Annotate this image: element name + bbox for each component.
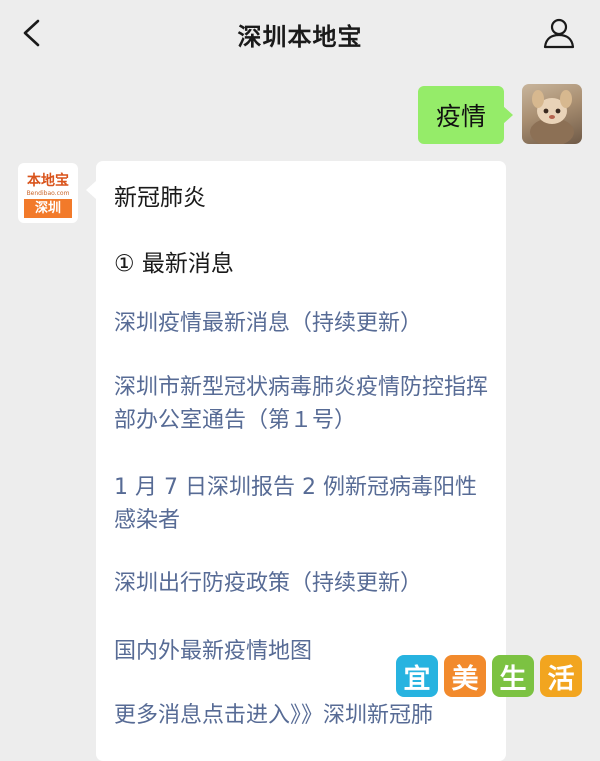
watermark-char: 宜 <box>396 655 438 697</box>
logo-city-text: 深圳 <box>24 199 72 218</box>
sent-message-bubble[interactable]: 疫情 <box>418 86 513 144</box>
reply-heading: 新冠肺炎 <box>114 185 206 211</box>
plush-toy-image <box>530 90 574 144</box>
logo-brand-text: 本地宝 <box>27 173 69 189</box>
news-link[interactable]: 1 月 7 日深圳报告 2 例新冠病毒阳性感染者 <box>114 471 494 537</box>
reply-section-title: ① 最新消息 <box>114 251 234 277</box>
user-avatar[interactable] <box>522 84 582 144</box>
news-link[interactable]: 深圳疫情最新消息（持续更新） <box>114 307 494 340</box>
profile-icon[interactable] <box>542 16 576 50</box>
logo-url-text: Bendibao.com <box>26 190 70 197</box>
watermark-char: 活 <box>540 655 582 697</box>
watermark-char: 美 <box>444 655 486 697</box>
top-bar: 深圳本地宝 <box>0 0 600 66</box>
news-link[interactable]: 深圳出行防疫政策（持续更新） <box>114 567 494 600</box>
page-title: 深圳本地宝 <box>237 23 363 51</box>
news-link[interactable]: 深圳市新型冠状病毒肺炎疫情防控指挥部办公室通告（第１号） <box>114 371 494 437</box>
watermark-char: 生 <box>492 655 534 697</box>
more-news-link[interactable]: 更多消息点击进入》》深圳新冠肺 <box>114 699 494 732</box>
bot-avatar[interactable]: 本地宝 Bendibao.com 深圳 <box>18 163 78 223</box>
